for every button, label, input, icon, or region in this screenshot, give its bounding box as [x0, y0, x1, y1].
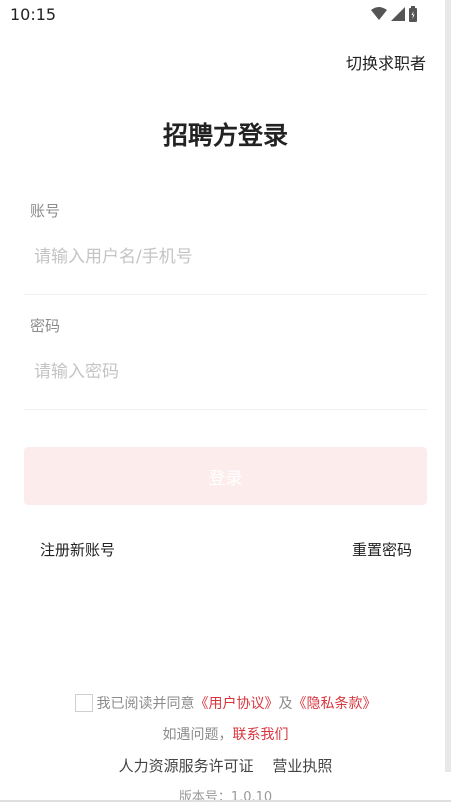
- license-row: 人力资源服务许可证 营业执照: [0, 755, 451, 776]
- signal-icon: [391, 7, 405, 21]
- contact-us-link[interactable]: 联系我们: [233, 727, 289, 743]
- password-divider: [24, 409, 427, 410]
- agreement-and: 及: [278, 696, 293, 712]
- user-agreement-link[interactable]: 《用户协议》: [195, 693, 279, 713]
- password-label: 密码: [30, 317, 61, 335]
- account-input[interactable]: [24, 237, 427, 277]
- agreement-text: 我已阅读并同意: [96, 696, 195, 712]
- account-divider: [24, 294, 427, 295]
- reset-password-link[interactable]: 重置密码: [352, 539, 412, 560]
- login-button[interactable]: 登录: [24, 447, 427, 505]
- agreement-row: 我已阅读并同意 《用户协议》 及 《隐私条款》: [0, 693, 451, 713]
- register-link[interactable]: 注册新账号: [40, 539, 115, 560]
- page-title: 招聘方登录: [162, 121, 288, 150]
- help-text: 如遇问题，: [162, 727, 233, 743]
- status-time: 10:15: [10, 5, 57, 24]
- password-input[interactable]: [24, 352, 427, 392]
- switch-to-jobseeker-link[interactable]: 切换求职者: [346, 50, 426, 74]
- account-label: 账号: [30, 202, 61, 220]
- battery-icon: [409, 6, 417, 22]
- hr-license-link[interactable]: 人力资源服务许可证: [119, 757, 254, 775]
- business-license-link[interactable]: 营业执照: [272, 757, 332, 775]
- wifi-icon: [371, 7, 387, 20]
- agreement-checkbox[interactable]: [74, 694, 93, 712]
- status-icons: [371, 6, 417, 22]
- privacy-policy-link[interactable]: 《隐私条款》: [293, 693, 377, 713]
- help-row: 如遇问题，联系我们: [0, 724, 451, 744]
- version-text: 版本号：1.0.10: [178, 790, 273, 805]
